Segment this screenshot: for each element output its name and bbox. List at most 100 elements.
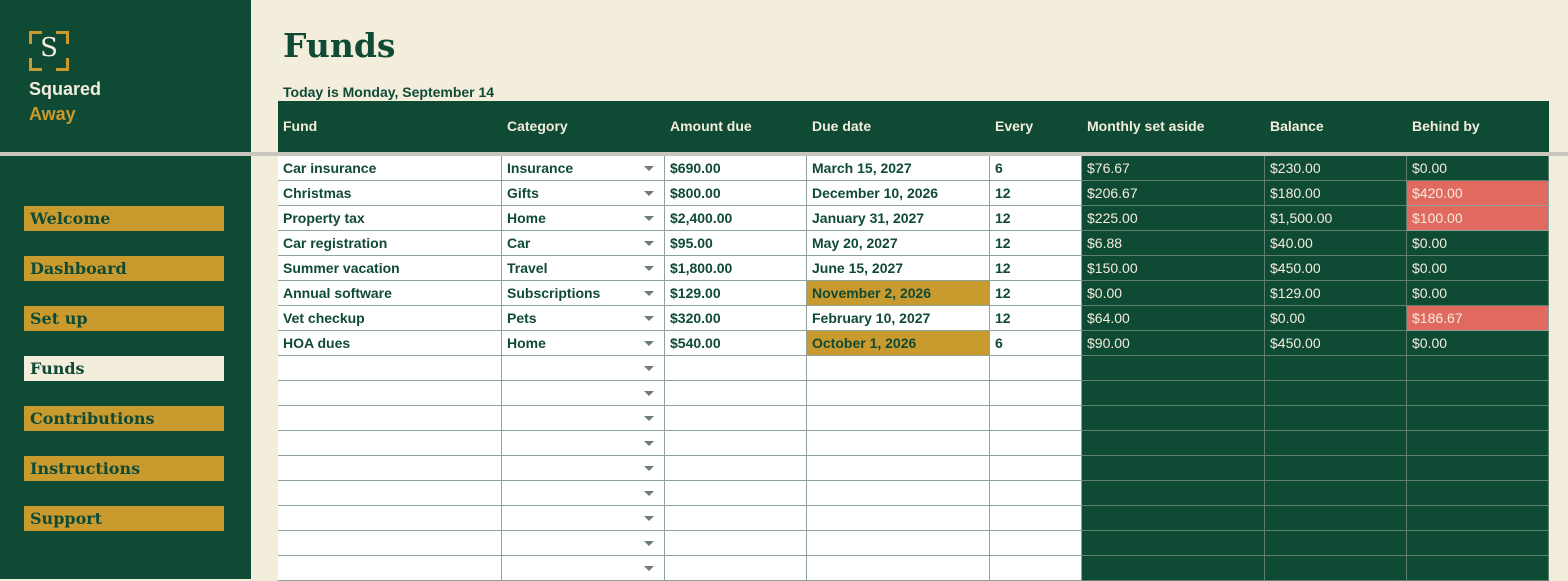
cell-every[interactable]: 12: [990, 306, 1082, 331]
cell-every[interactable]: 12: [990, 181, 1082, 206]
cell-amount-due[interactable]: [665, 406, 807, 431]
cell-every[interactable]: [990, 556, 1082, 581]
dropdown-arrow-icon[interactable]: [644, 516, 654, 521]
cell-fund[interactable]: Car insurance: [278, 156, 502, 181]
cell-amount-due[interactable]: $129.00: [665, 281, 807, 306]
nav-set-up[interactable]: Set up: [24, 306, 224, 331]
cell-fund[interactable]: [278, 356, 502, 381]
cell-category[interactable]: [502, 406, 665, 431]
cell-every[interactable]: 12: [990, 206, 1082, 231]
cell-amount-due[interactable]: $690.00: [665, 156, 807, 181]
nav-dashboard[interactable]: Dashboard: [24, 256, 224, 281]
cell-amount-due[interactable]: $1,800.00: [665, 256, 807, 281]
cell-amount-due[interactable]: $320.00: [665, 306, 807, 331]
cell-category[interactable]: [502, 481, 665, 506]
dropdown-arrow-icon[interactable]: [644, 366, 654, 371]
dropdown-arrow-icon[interactable]: [644, 166, 654, 171]
dropdown-arrow-icon[interactable]: [644, 441, 654, 446]
cell-every[interactable]: [990, 481, 1082, 506]
nav-instructions[interactable]: Instructions: [24, 456, 224, 481]
cell-due-date[interactable]: October 1, 2026: [807, 331, 990, 356]
cell-category[interactable]: [502, 556, 665, 581]
cell-due-date[interactable]: [807, 456, 990, 481]
nav-contributions[interactable]: Contributions: [24, 406, 224, 431]
cell-category[interactable]: [502, 356, 665, 381]
cell-due-date[interactable]: February 10, 2027: [807, 306, 990, 331]
cell-fund[interactable]: [278, 381, 502, 406]
cell-fund[interactable]: Summer vacation: [278, 256, 502, 281]
cell-every[interactable]: 12: [990, 231, 1082, 256]
nav-welcome[interactable]: Welcome: [24, 206, 224, 231]
cell-fund[interactable]: [278, 556, 502, 581]
nav-funds[interactable]: Funds: [24, 356, 224, 381]
cell-every[interactable]: 6: [990, 156, 1082, 181]
cell-amount-due[interactable]: [665, 381, 807, 406]
cell-amount-due[interactable]: [665, 531, 807, 556]
cell-every[interactable]: [990, 356, 1082, 381]
cell-amount-due[interactable]: [665, 456, 807, 481]
dropdown-arrow-icon[interactable]: [644, 491, 654, 496]
cell-due-date[interactable]: January 31, 2027: [807, 206, 990, 231]
dropdown-arrow-icon[interactable]: [644, 541, 654, 546]
cell-category[interactable]: [502, 381, 665, 406]
cell-category[interactable]: Insurance: [502, 156, 665, 181]
cell-amount-due[interactable]: [665, 481, 807, 506]
cell-fund[interactable]: HOA dues: [278, 331, 502, 356]
cell-every[interactable]: 12: [990, 281, 1082, 306]
cell-due-date[interactable]: May 20, 2027: [807, 231, 990, 256]
cell-fund[interactable]: Annual software: [278, 281, 502, 306]
cell-amount-due[interactable]: [665, 556, 807, 581]
dropdown-arrow-icon[interactable]: [644, 216, 654, 221]
cell-fund[interactable]: [278, 506, 502, 531]
cell-category[interactable]: [502, 531, 665, 556]
cell-category[interactable]: Gifts: [502, 181, 665, 206]
cell-amount-due[interactable]: [665, 356, 807, 381]
dropdown-arrow-icon[interactable]: [644, 466, 654, 471]
cell-fund[interactable]: Vet checkup: [278, 306, 502, 331]
cell-category[interactable]: Pets: [502, 306, 665, 331]
cell-every[interactable]: 12: [990, 256, 1082, 281]
cell-due-date[interactable]: [807, 556, 990, 581]
cell-due-date[interactable]: [807, 481, 990, 506]
cell-amount-due[interactable]: [665, 431, 807, 456]
cell-due-date[interactable]: [807, 356, 990, 381]
dropdown-arrow-icon[interactable]: [644, 316, 654, 321]
dropdown-arrow-icon[interactable]: [644, 191, 654, 196]
cell-due-date[interactable]: December 10, 2026: [807, 181, 990, 206]
cell-due-date[interactable]: [807, 531, 990, 556]
cell-due-date[interactable]: [807, 381, 990, 406]
cell-due-date[interactable]: March 15, 2027: [807, 156, 990, 181]
cell-fund[interactable]: [278, 531, 502, 556]
nav-support[interactable]: Support: [24, 506, 224, 531]
dropdown-arrow-icon[interactable]: [644, 341, 654, 346]
dropdown-arrow-icon[interactable]: [644, 291, 654, 296]
cell-category[interactable]: Subscriptions: [502, 281, 665, 306]
cell-every[interactable]: [990, 381, 1082, 406]
cell-every[interactable]: [990, 531, 1082, 556]
cell-due-date[interactable]: [807, 506, 990, 531]
dropdown-arrow-icon[interactable]: [644, 266, 654, 271]
cell-due-date[interactable]: [807, 431, 990, 456]
cell-amount-due[interactable]: $95.00: [665, 231, 807, 256]
cell-due-date[interactable]: November 2, 2026: [807, 281, 990, 306]
cell-fund[interactable]: [278, 481, 502, 506]
cell-due-date[interactable]: June 15, 2027: [807, 256, 990, 281]
cell-category[interactable]: [502, 506, 665, 531]
cell-due-date[interactable]: [807, 406, 990, 431]
cell-category[interactable]: Home: [502, 331, 665, 356]
cell-category[interactable]: Travel: [502, 256, 665, 281]
dropdown-arrow-icon[interactable]: [644, 416, 654, 421]
cell-fund[interactable]: [278, 431, 502, 456]
cell-amount-due[interactable]: [665, 506, 807, 531]
cell-amount-due[interactable]: $2,400.00: [665, 206, 807, 231]
cell-category[interactable]: [502, 431, 665, 456]
cell-every[interactable]: 6: [990, 331, 1082, 356]
cell-fund[interactable]: [278, 406, 502, 431]
cell-every[interactable]: [990, 506, 1082, 531]
cell-fund[interactable]: Christmas: [278, 181, 502, 206]
cell-every[interactable]: [990, 456, 1082, 481]
cell-category[interactable]: Home: [502, 206, 665, 231]
cell-every[interactable]: [990, 431, 1082, 456]
cell-amount-due[interactable]: $540.00: [665, 331, 807, 356]
dropdown-arrow-icon[interactable]: [644, 566, 654, 571]
